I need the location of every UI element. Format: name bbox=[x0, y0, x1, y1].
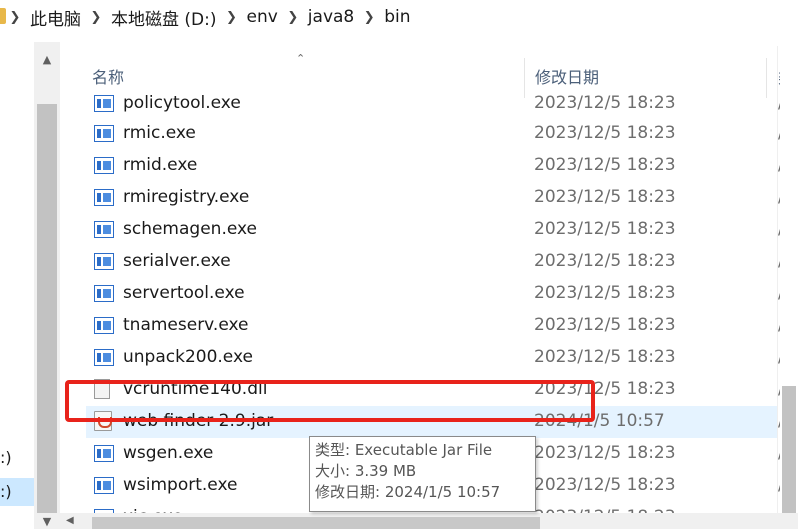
file-date: 2023/12/5 18:23 bbox=[534, 347, 676, 367]
exe-file-icon bbox=[94, 189, 114, 206]
chevron-right-icon[interactable]: ❯ bbox=[354, 10, 384, 25]
exe-file-icon bbox=[94, 95, 114, 112]
file-date: 2023/12/5 18:23 bbox=[534, 379, 676, 399]
file-date: 2023/12/5 18:23 bbox=[534, 443, 676, 463]
file-date: 2023/12/5 18:23 bbox=[534, 219, 676, 239]
file-name: unpack200.exe bbox=[123, 347, 253, 367]
breadcrumb-java8[interactable]: java8 bbox=[308, 7, 354, 27]
column-header-name[interactable]: 名称 bbox=[92, 64, 124, 88]
file-name: servertool.exe bbox=[123, 283, 245, 303]
file-date: 2023/12/5 18:23 bbox=[534, 155, 676, 175]
nav-item-label: :) bbox=[0, 448, 12, 467]
file-name: vcruntime140.dll bbox=[123, 379, 268, 399]
file-list-scrollbar-thumb[interactable] bbox=[782, 386, 796, 529]
file-row[interactable]: schemagen.exe 2023/12/5 18:23 / bbox=[86, 214, 784, 246]
file-row[interactable]: rmic.exe 2023/12/5 18:23 / bbox=[86, 118, 784, 150]
file-date: 2023/12/5 18:23 bbox=[534, 93, 676, 113]
exe-file-icon bbox=[94, 477, 114, 494]
dll-file-icon bbox=[94, 379, 110, 399]
chevron-right-icon[interactable]: ❯ bbox=[278, 10, 308, 25]
file-row[interactable]: unpack200.exe 2023/12/5 18:23 / bbox=[86, 342, 784, 374]
exe-file-icon bbox=[94, 157, 114, 174]
file-name: rmid.exe bbox=[123, 155, 198, 175]
java-jar-icon bbox=[94, 411, 112, 431]
address-bar[interactable]: ❯ 此电脑 ❯ 本地磁盘 (D:) ❯ env ❯ java8 ❯ bin bbox=[0, 0, 798, 35]
exe-file-icon bbox=[94, 253, 114, 270]
file-name: wsgen.exe bbox=[123, 443, 214, 463]
file-name: rmic.exe bbox=[123, 123, 196, 143]
horizontal-scrollbar-thumb[interactable] bbox=[92, 517, 540, 529]
breadcrumb-local-disk[interactable]: 本地磁盘 (D:) bbox=[111, 5, 217, 30]
scroll-left-icon[interactable]: ◀ bbox=[66, 515, 74, 526]
file-row[interactable]: vcruntime140.dll 2023/12/5 18:23 / bbox=[86, 374, 784, 406]
exe-file-icon bbox=[94, 285, 114, 302]
file-date: 2023/12/5 18:23 bbox=[534, 315, 676, 335]
file-row[interactable]: serialver.exe 2023/12/5 18:23 / bbox=[86, 246, 784, 278]
nav-scrollbar-thumb[interactable] bbox=[37, 104, 57, 513]
exe-file-icon bbox=[94, 349, 114, 366]
file-row[interactable]: servertool.exe 2023/12/5 18:23 / bbox=[86, 278, 784, 310]
folder-icon bbox=[0, 8, 6, 24]
sort-ascending-icon: ⌃ bbox=[296, 52, 306, 65]
file-row[interactable]: rmid.exe 2023/12/5 18:23 / bbox=[86, 150, 784, 182]
nav-item-drive-selected[interactable]: :) bbox=[0, 478, 34, 506]
nav-item-drive[interactable]: :) bbox=[0, 444, 34, 472]
column-header: ⌃ 名称 修改日期 类 bbox=[60, 48, 798, 98]
file-name: tnameserv.exe bbox=[123, 315, 249, 335]
file-row[interactable]: policytool.exe 2023/12/5 18:23 / bbox=[86, 88, 784, 120]
file-name: schemagen.exe bbox=[123, 219, 257, 239]
tooltip-size: 大小: 3.39 MB bbox=[315, 462, 417, 480]
file-name: policytool.exe bbox=[123, 93, 241, 113]
file-name: wsimport.exe bbox=[123, 475, 238, 495]
file-date: 2023/12/5 18:23 bbox=[534, 123, 676, 143]
breadcrumb-env[interactable]: env bbox=[247, 7, 278, 27]
exe-file-icon bbox=[94, 317, 114, 334]
column-header-date[interactable]: 修改日期 bbox=[535, 64, 599, 88]
exe-file-icon bbox=[94, 125, 114, 142]
file-row[interactable]: rmiregistry.exe 2023/12/5 18:23 / bbox=[86, 182, 784, 214]
file-row[interactable]: tnameserv.exe 2023/12/5 18:23 / bbox=[86, 310, 784, 342]
nav-item-label: :) bbox=[0, 482, 12, 501]
breadcrumb-this-pc[interactable]: 此电脑 bbox=[30, 5, 81, 30]
scroll-up-icon[interactable]: ▲ bbox=[34, 46, 60, 72]
breadcrumb-bin[interactable]: bin bbox=[384, 7, 410, 27]
file-info-tooltip: 类型: Executable Jar File 大小: 3.39 MB 修改日期… bbox=[309, 436, 536, 512]
file-row-selected[interactable]: web finder 2.9.jar 2024/1/5 10:57 / bbox=[86, 406, 784, 438]
tooltip-type: 类型: Executable Jar File bbox=[315, 441, 493, 459]
file-date: 2023/12/5 18:23 bbox=[534, 251, 676, 271]
file-name: rmiregistry.exe bbox=[123, 187, 250, 207]
chevron-right-icon[interactable]: ❯ bbox=[217, 10, 247, 25]
exe-file-icon bbox=[94, 221, 114, 238]
column-separator bbox=[777, 46, 778, 516]
file-date: 2023/12/5 18:23 bbox=[534, 187, 676, 207]
file-date: 2024/1/5 10:57 bbox=[534, 411, 665, 431]
file-date: 2023/12/5 18:23 bbox=[534, 475, 676, 495]
scroll-down-icon[interactable]: ▼ bbox=[34, 513, 60, 529]
exe-file-icon bbox=[94, 445, 114, 462]
file-name: serialver.exe bbox=[123, 251, 231, 271]
chevron-right-icon[interactable]: ❯ bbox=[81, 10, 111, 25]
file-date: 2023/12/5 18:23 bbox=[534, 283, 676, 303]
file-name: web finder 2.9.jar bbox=[123, 411, 274, 431]
tooltip-modified: 修改日期: 2024/1/5 10:57 bbox=[315, 483, 501, 501]
